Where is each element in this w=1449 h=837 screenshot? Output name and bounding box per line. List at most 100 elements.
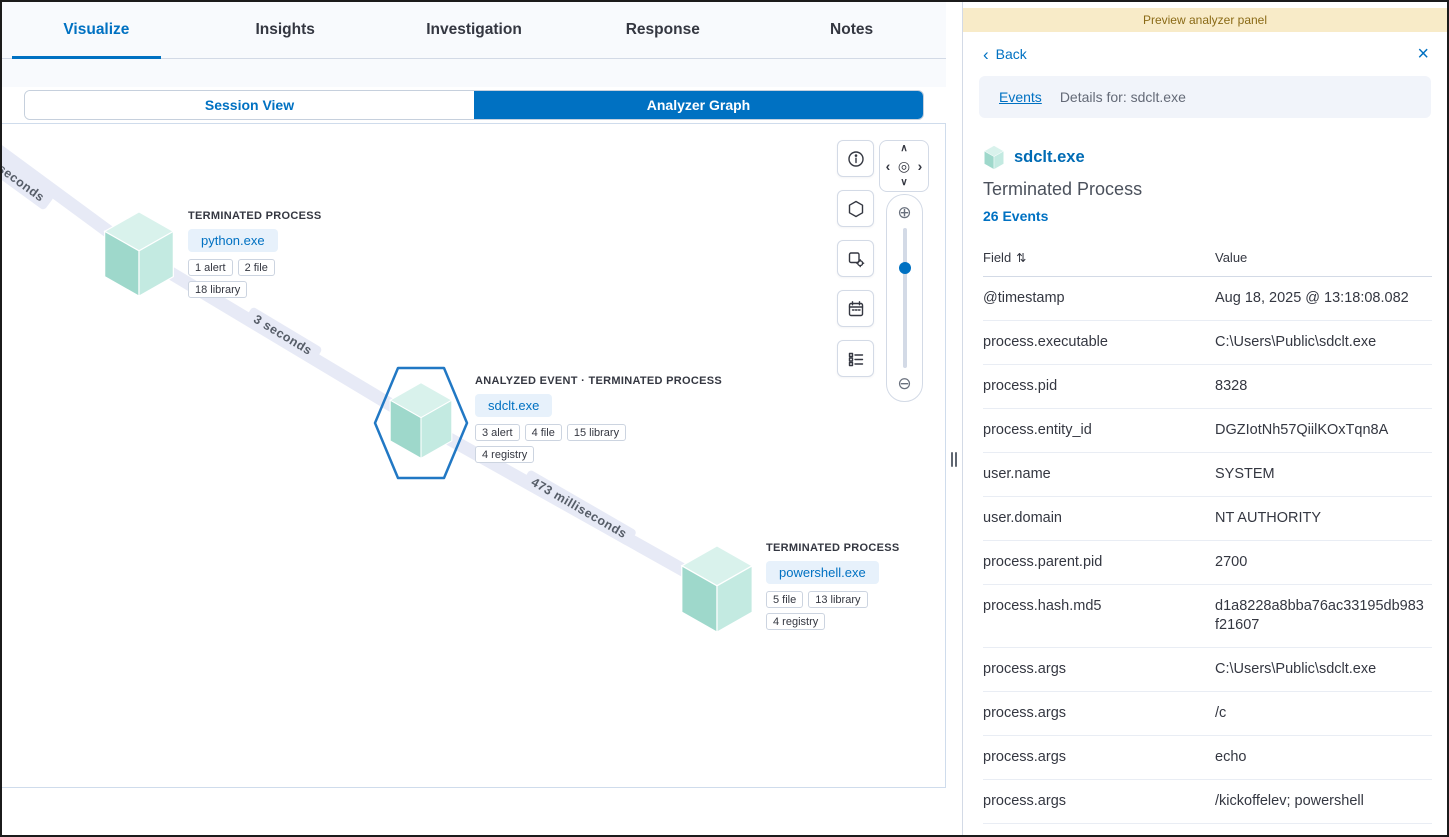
nav-left-button[interactable]: ‹ (886, 159, 891, 173)
center-camera-button[interactable]: ◎ (898, 159, 910, 173)
event-count-badge[interactable]: 3 alert (475, 424, 520, 441)
field-cell: process.args (983, 692, 1215, 736)
node-category-label: TERMINATED PROCESS (188, 210, 322, 222)
process-cube-icon[interactable] (100, 210, 178, 298)
node-name-button[interactable]: python.exe (188, 229, 278, 252)
table-row: user.name SYSTEM (983, 453, 1432, 497)
value-cell: d1a8228a8bba76ac33195db983f21607 (1215, 585, 1432, 648)
drag-handle-icon[interactable] (951, 452, 957, 467)
camera-nav-control: ∧ ‹ ◎ › ∨ (879, 140, 929, 192)
field-column-header[interactable]: Field⇅ (983, 244, 1215, 277)
chevron-left-icon: ‹ (983, 46, 989, 63)
table-row: process.pid 8328 (983, 365, 1432, 409)
field-cell: process.parent.pid (983, 541, 1215, 585)
event-count-badge[interactable]: 5 file (766, 591, 803, 608)
value-cell: C:\Users\Public\sdclt.exe (1215, 648, 1432, 692)
view-toggle-row: Session View Analyzer Graph (2, 87, 946, 123)
event-count-badge[interactable]: 1 alert (188, 259, 233, 276)
value-column-header: Value (1215, 244, 1432, 277)
field-cell: process.pid (983, 365, 1215, 409)
field-cell: process.entity_id (983, 409, 1215, 453)
value-cell: echo (1215, 736, 1432, 780)
event-count-badge[interactable]: 4 file (525, 424, 562, 441)
value-cell: /kickoffelev; powershell (1215, 780, 1432, 824)
process-cube-icon[interactable] (677, 544, 757, 634)
process-cube-icon (983, 145, 1005, 170)
value-cell: 8328 (1215, 365, 1432, 409)
visualize-pane: Visualize Insights Investigation Respons… (2, 2, 946, 835)
field-cell: user.domain (983, 497, 1215, 541)
tab-response[interactable]: Response (568, 2, 757, 58)
node-name-link[interactable]: sdclt.exe (1014, 148, 1085, 167)
tab-investigation[interactable]: Investigation (380, 2, 569, 58)
session-view-button[interactable]: Session View (25, 91, 474, 119)
table-row: process.args C:\Users\Public\sdclt.exe (983, 648, 1432, 692)
analyzer-preview-panel: Preview analyzer panel ‹ Back × Events D… (962, 2, 1447, 835)
table-row: process.args echo (983, 736, 1432, 780)
nav-up-button[interactable]: ∧ (900, 144, 907, 154)
tab-events[interactable]: Events (999, 89, 1042, 105)
zoom-in-button[interactable]: ⊕ (897, 204, 911, 221)
context-bar: Events Details for: sdclt.exe (979, 76, 1431, 118)
zoom-control: ⊕ ⊖ (886, 194, 923, 402)
node-sdclt: ANALYZED EVENT · TERMINATED PROCESS sdcl… (373, 362, 469, 484)
value-cell: /c (1215, 692, 1432, 736)
node-name-button[interactable]: sdclt.exe (475, 394, 552, 417)
node-settings-button[interactable] (837, 240, 874, 277)
node-title-row: sdclt.exe (983, 145, 1431, 170)
schema-button[interactable] (837, 190, 874, 227)
node-settings-icon (847, 250, 865, 268)
tab-visualize[interactable]: Visualize (2, 2, 191, 58)
table-row: process.args /kickoffelev; powershell (983, 780, 1432, 824)
event-count-badge[interactable]: 2 file (238, 259, 275, 276)
close-icon[interactable]: × (1417, 44, 1429, 64)
event-count-badge[interactable]: 18 library (188, 281, 247, 298)
node-powershell: TERMINATED PROCESS powershell.exe 5 file… (677, 544, 757, 639)
panel-resizer[interactable] (946, 2, 962, 835)
event-count-badge[interactable]: 15 library (567, 424, 626, 441)
event-count-badge[interactable]: 4 registry (475, 446, 534, 463)
analyzer-graph[interactable]: seconds 3 seconds 473 milliseconds TERMI… (2, 123, 946, 788)
value-cell: C:\Users\Public\sdclt.exe (1215, 321, 1432, 365)
field-cell: @timestamp (983, 277, 1215, 321)
event-count-badge[interactable]: 13 library (808, 591, 867, 608)
zoom-slider-thumb[interactable] (899, 262, 911, 274)
preview-banner: Preview analyzer panel (963, 8, 1447, 32)
tab-insights[interactable]: Insights (191, 2, 380, 58)
value-cell: SYSTEM (1215, 453, 1432, 497)
date-picker-button[interactable] (837, 290, 874, 327)
table-row: user.domain NT AUTHORITY (983, 497, 1432, 541)
hexagon-icon (847, 200, 865, 218)
security-analyzer-window: Visualize Insights Investigation Respons… (0, 0, 1449, 837)
zoom-out-button[interactable]: ⊖ (897, 375, 911, 392)
node-category-label: TERMINATED PROCESS (766, 542, 900, 554)
table-row: process.parent.pid 2700 (983, 541, 1432, 585)
panel-header-row: ‹ Back × (963, 32, 1447, 70)
table-row: process.executable C:\Users\Public\sdclt… (983, 321, 1432, 365)
process-cube-icon[interactable] (386, 381, 456, 460)
value-cell: DGZIotNh57QiilKOxTqn8A (1215, 409, 1432, 453)
field-cell: process.hash.md5 (983, 585, 1215, 648)
left-pane-filler (2, 788, 946, 835)
field-cell: process.executable (983, 321, 1215, 365)
view-toggle: Session View Analyzer Graph (24, 90, 924, 120)
events-count-link[interactable]: 26 Events (983, 208, 1431, 224)
analyzer-graph-button[interactable]: Analyzer Graph (474, 91, 923, 119)
zoom-slider[interactable] (903, 228, 907, 368)
tab-notes[interactable]: Notes (757, 2, 946, 58)
node-legend-button[interactable] (837, 340, 874, 377)
node-name-button[interactable]: powershell.exe (766, 561, 879, 584)
node-type-label: Terminated Process (983, 179, 1431, 200)
table-row: process.hash.md5 d1a8228a8bba76ac33195db… (983, 585, 1432, 648)
table-row: process.args /c (983, 692, 1432, 736)
back-button-label: Back (996, 46, 1027, 62)
sort-icon[interactable]: ⇅ (1016, 251, 1026, 265)
value-cell: NT AUTHORITY (1215, 497, 1432, 541)
event-count-badge[interactable]: 4 registry (766, 613, 825, 630)
nav-down-button[interactable]: ∨ (900, 178, 907, 188)
nav-right-button[interactable]: › (918, 159, 923, 173)
graph-toolbar (837, 140, 874, 377)
field-cell: user.name (983, 453, 1215, 497)
back-button[interactable]: ‹ Back (983, 46, 1027, 63)
info-button[interactable] (837, 140, 874, 177)
